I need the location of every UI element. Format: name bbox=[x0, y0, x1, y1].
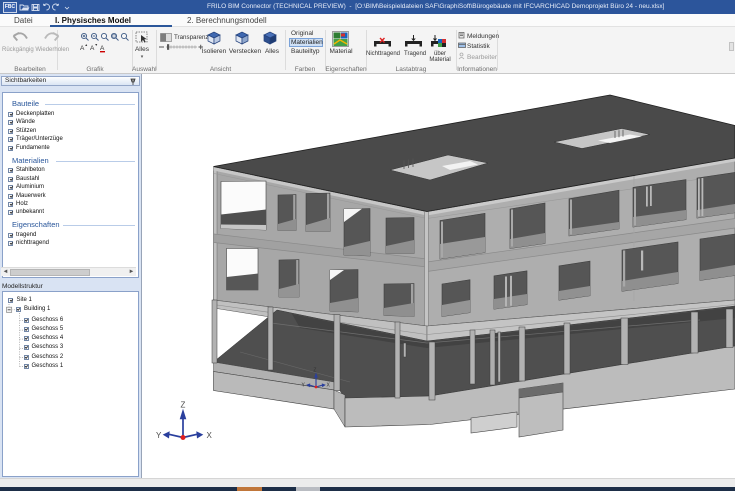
svg-text:Z: Z bbox=[181, 401, 186, 410]
svg-text:Z: Z bbox=[313, 368, 316, 374]
svg-text:▲: ▲ bbox=[85, 43, 88, 47]
svg-text:A: A bbox=[100, 45, 105, 52]
svg-text:▼: ▼ bbox=[95, 43, 98, 47]
svg-text:X: X bbox=[207, 431, 213, 440]
svg-text:Y: Y bbox=[156, 431, 162, 440]
